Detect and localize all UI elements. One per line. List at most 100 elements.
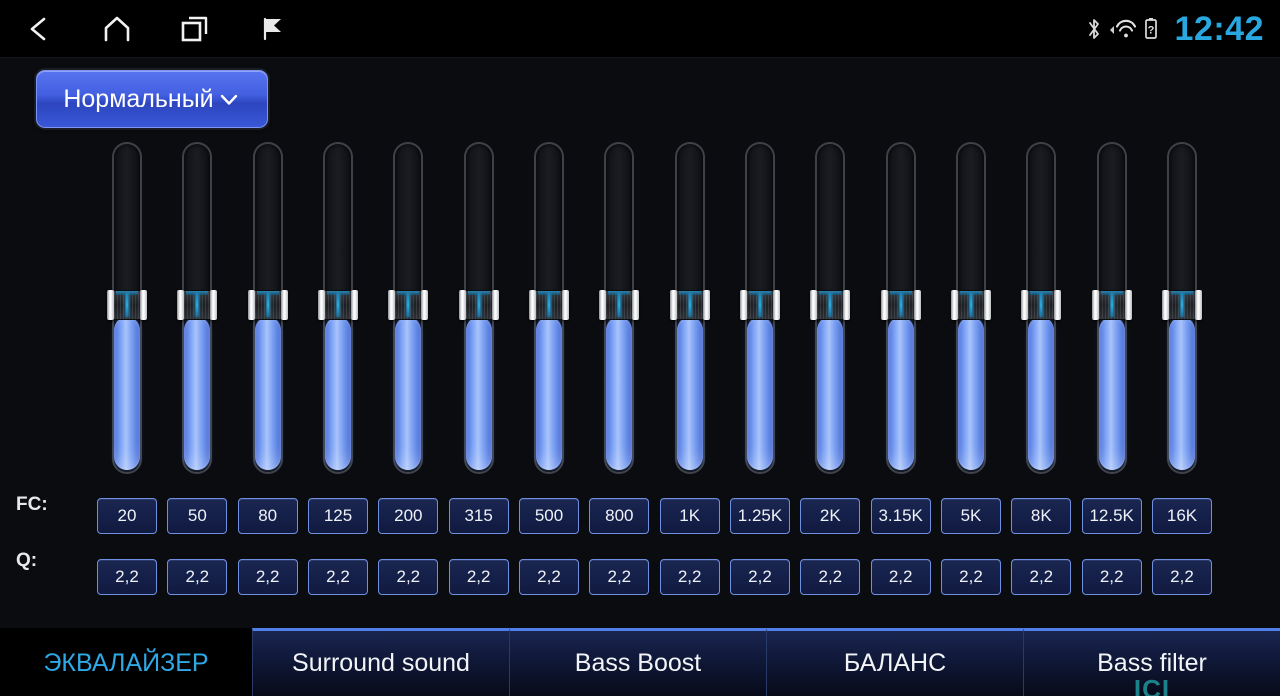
battery-unknown-icon: ? bbox=[1143, 16, 1159, 42]
eq-thumb-grip bbox=[184, 290, 211, 320]
fc-value-chip[interactable]: 8K bbox=[1011, 498, 1072, 534]
eq-slider-thumb[interactable] bbox=[740, 290, 780, 320]
eq-slider-fill bbox=[1169, 317, 1195, 470]
eq-slider[interactable] bbox=[388, 140, 429, 476]
tab-3[interactable]: Bass Boost bbox=[509, 628, 766, 696]
eq-slider[interactable] bbox=[1091, 140, 1132, 476]
fc-value-chip[interactable]: 3.15K bbox=[870, 498, 931, 534]
tab-4[interactable]: БАЛАНС bbox=[766, 628, 1023, 696]
eq-slider-thumb[interactable] bbox=[951, 290, 991, 320]
eq-thumb-cap-right bbox=[843, 290, 851, 320]
eq-slider[interactable] bbox=[669, 140, 710, 476]
eq-slider-thumb[interactable] bbox=[1091, 290, 1132, 320]
fc-value-chip[interactable]: 200 bbox=[378, 498, 439, 534]
eq-slider[interactable] bbox=[740, 140, 780, 476]
q-value-chip[interactable]: 2,2 bbox=[97, 559, 157, 595]
eq-thumb-cap-left bbox=[669, 290, 677, 320]
eq-thumb-cap-left bbox=[388, 290, 396, 320]
q-value-chip[interactable]: 2,2 bbox=[941, 559, 1001, 595]
fc-value-chip[interactable]: 16K bbox=[1152, 498, 1212, 534]
q-value-chip[interactable]: 2,2 bbox=[448, 559, 509, 595]
eq-slider-fill bbox=[1098, 317, 1125, 470]
eq-slider-fill bbox=[254, 317, 281, 470]
eq-thumb-cap-right bbox=[421, 290, 429, 320]
preset-dropdown-label: Нормальный bbox=[63, 84, 214, 113]
fc-value-chip[interactable]: 2K bbox=[800, 498, 861, 534]
eq-slider[interactable] bbox=[1162, 140, 1202, 476]
eq-thumb-grip bbox=[676, 290, 703, 320]
tab-5[interactable]: Bass filter ICI bbox=[1023, 628, 1280, 696]
eq-slider-thumb[interactable] bbox=[599, 290, 640, 320]
eq-thumb-cap-left bbox=[810, 290, 818, 320]
q-value-chip[interactable]: 2,2 bbox=[659, 559, 720, 595]
eq-thumb-grip bbox=[114, 290, 140, 320]
eq-slider-thumb[interactable] bbox=[247, 290, 288, 320]
back-icon[interactable] bbox=[0, 0, 78, 58]
eq-thumb-grip bbox=[747, 290, 773, 320]
eq-thumb-cap-right bbox=[210, 290, 218, 320]
eq-thumb-cap-right bbox=[1054, 290, 1062, 320]
chevron-down-icon bbox=[217, 87, 241, 111]
q-value-chip[interactable]: 2,2 bbox=[167, 559, 228, 595]
fc-value-chip[interactable]: 1K bbox=[659, 498, 720, 534]
q-value-chip[interactable]: 2,2 bbox=[237, 559, 298, 595]
eq-slider-thumb[interactable] bbox=[529, 290, 569, 320]
eq-thumb-cap-left bbox=[107, 290, 114, 320]
home-icon[interactable] bbox=[78, 0, 156, 58]
eq-slider[interactable] bbox=[247, 140, 288, 476]
eq-slider-thumb[interactable] bbox=[810, 290, 851, 320]
eq-slider[interactable] bbox=[951, 140, 991, 476]
eq-slider[interactable] bbox=[810, 140, 851, 476]
eq-slider[interactable] bbox=[458, 140, 499, 476]
eq-slider-thumb[interactable] bbox=[880, 290, 921, 320]
fc-value-chip[interactable]: 5K bbox=[941, 498, 1001, 534]
eq-slider[interactable] bbox=[599, 140, 640, 476]
preset-dropdown-button[interactable]: Нормальный bbox=[36, 70, 268, 128]
equalizer-screen: ? 12:42 Нормальный FC: 20 50 80 125 200 315 50… bbox=[0, 0, 1280, 696]
eq-slider-thumb[interactable] bbox=[669, 290, 710, 320]
q-value-chip[interactable]: 2,2 bbox=[1152, 559, 1212, 595]
eq-slider-thumb[interactable] bbox=[107, 290, 147, 320]
eq-slider-fill bbox=[114, 317, 140, 470]
eq-slider[interactable] bbox=[1021, 140, 1062, 476]
eq-slider[interactable] bbox=[529, 140, 569, 476]
flag-icon[interactable] bbox=[234, 0, 312, 58]
fc-value-chip[interactable]: 500 bbox=[519, 498, 579, 534]
eq-slider[interactable] bbox=[177, 140, 218, 476]
tab-2[interactable]: Surround sound bbox=[252, 628, 509, 696]
tab-label: БАЛАНС bbox=[843, 649, 947, 677]
fc-value-chip[interactable]: 12.5K bbox=[1081, 498, 1142, 534]
q-value-chip[interactable]: 2,2 bbox=[1081, 559, 1142, 595]
q-value-chip[interactable]: 2,2 bbox=[589, 559, 650, 595]
wifi-icon bbox=[1108, 17, 1138, 41]
eq-slider-thumb[interactable] bbox=[318, 290, 358, 320]
eq-slider-thumb[interactable] bbox=[177, 290, 218, 320]
fc-value-chip[interactable]: 20 bbox=[97, 498, 157, 534]
tab-1[interactable]: ЭКВАЛАЙЗЕР bbox=[0, 628, 252, 696]
fc-value-chip[interactable]: 800 bbox=[589, 498, 650, 534]
eq-slider[interactable] bbox=[107, 140, 147, 476]
q-value-chip[interactable]: 2,2 bbox=[378, 559, 439, 595]
q-value-chip[interactable]: 2,2 bbox=[308, 559, 368, 595]
q-value-chip[interactable]: 2,2 bbox=[1011, 559, 1072, 595]
preset-dropdown-container: Нормальный bbox=[36, 70, 268, 128]
eq-slider-thumb[interactable] bbox=[458, 290, 499, 320]
q-value-chip[interactable]: 2,2 bbox=[519, 559, 579, 595]
q-value-chip[interactable]: 2,2 bbox=[870, 559, 931, 595]
eq-slider-thumb[interactable] bbox=[1021, 290, 1062, 320]
eq-thumb-cap-left bbox=[599, 290, 607, 320]
fc-value-chip[interactable]: 125 bbox=[308, 498, 368, 534]
fc-value-chip[interactable]: 1.25K bbox=[730, 498, 790, 534]
q-value-chip[interactable]: 2,2 bbox=[800, 559, 861, 595]
fc-value-chip[interactable]: 80 bbox=[237, 498, 298, 534]
recents-icon[interactable] bbox=[156, 0, 234, 58]
eq-slider[interactable] bbox=[880, 140, 921, 476]
eq-thumb-cap-left bbox=[458, 290, 466, 320]
eq-slider-thumb[interactable] bbox=[388, 290, 429, 320]
eq-slider-fill bbox=[676, 317, 703, 470]
fc-value-chip[interactable]: 315 bbox=[448, 498, 509, 534]
eq-slider-thumb[interactable] bbox=[1162, 290, 1202, 320]
q-value-chip[interactable]: 2,2 bbox=[730, 559, 790, 595]
fc-value-chip[interactable]: 50 bbox=[167, 498, 228, 534]
eq-slider[interactable] bbox=[318, 140, 358, 476]
